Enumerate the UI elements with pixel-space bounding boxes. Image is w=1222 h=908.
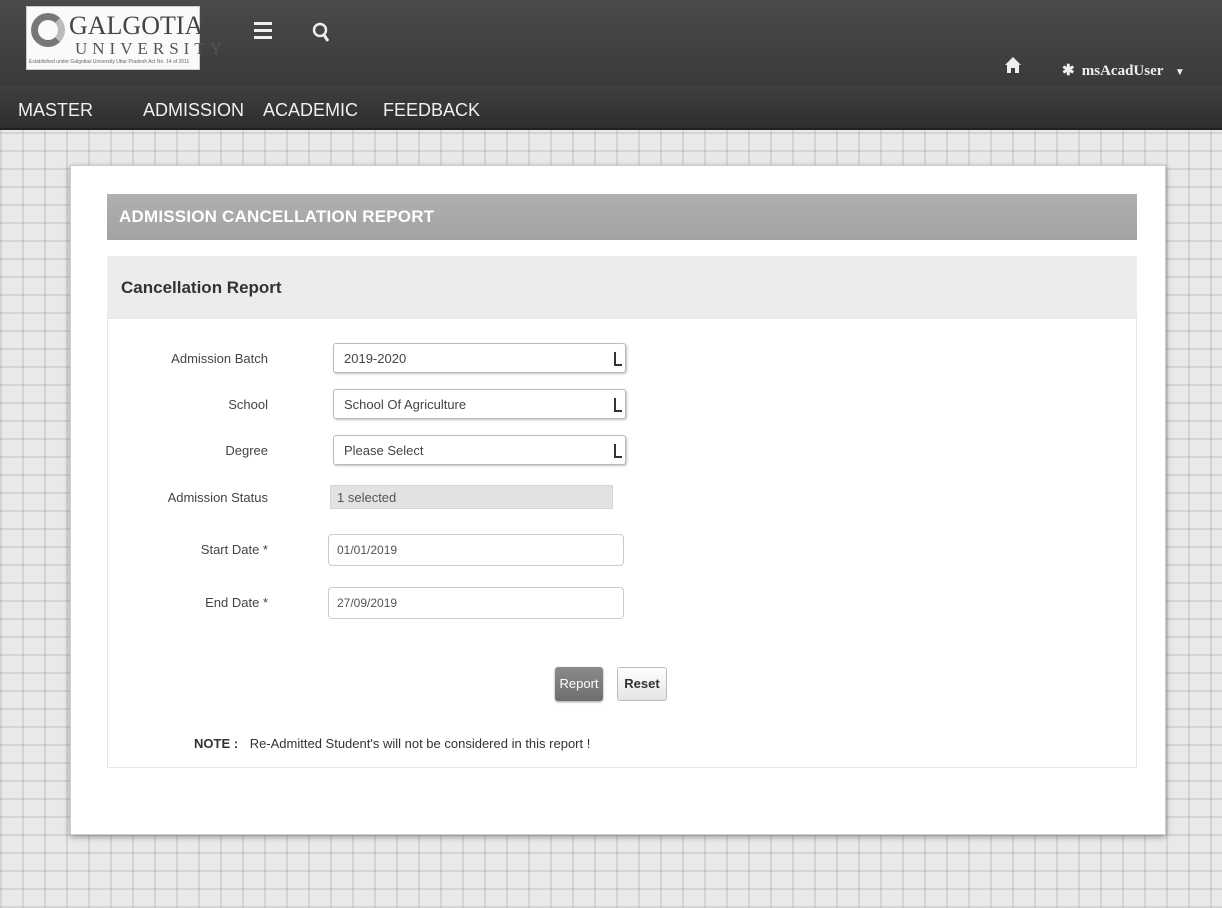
start-date-label: Start Date * — [200, 542, 268, 557]
reset-button[interactable]: Reset — [617, 667, 667, 701]
university-logo[interactable]: GALGOTIAS UNIVERSITY Established under G… — [26, 6, 222, 70]
logo-university: UNIVERSITY — [75, 39, 227, 58]
admission-status-label: Admission Status — [167, 490, 268, 505]
section-header: Cancellation Report — [107, 256, 1137, 318]
page-title: ADMISSION CANCELLATION REPORT — [119, 207, 435, 226]
end-date-label: End Date * — [205, 595, 268, 610]
school-value: School Of Agriculture — [344, 397, 467, 412]
note-prefix: NOTE : — [194, 736, 239, 751]
report-note: NOTE : Re-Admitted Student's will not be… — [194, 736, 590, 751]
degree-label: Degree — [225, 443, 268, 458]
nav-admission[interactable]: ADMISSION — [143, 100, 244, 121]
top-header: GALGOTIAS UNIVERSITY Established under G… — [0, 0, 1222, 86]
nav-master[interactable]: MASTER — [18, 100, 93, 121]
logo-tagline: Established under Galgotias University U… — [29, 59, 190, 65]
admission-status-multiselect[interactable]: 1 selected — [330, 485, 613, 509]
dropdown-arrow-icon — [614, 398, 622, 412]
nav-academic[interactable]: ACADEMIC — [263, 100, 358, 121]
admission-batch-label: Admission Batch — [171, 351, 268, 366]
dropdown-arrow-icon — [614, 444, 622, 458]
user-icon: ✱ — [1062, 63, 1075, 79]
logo-mark-icon — [31, 13, 65, 47]
nav-feedback[interactable]: FEEDBACK — [383, 100, 480, 121]
dropdown-arrow-icon — [614, 352, 622, 366]
user-name: msAcadUser — [1081, 63, 1164, 79]
section-title: Cancellation Report — [121, 278, 282, 297]
start-date-value: 01/01/2019 — [337, 543, 398, 557]
card-header: ADMISSION CANCELLATION REPORT — [107, 194, 1137, 240]
menu-icon[interactable] — [254, 22, 272, 43]
chevron-down-icon: ▼ — [1174, 67, 1185, 78]
degree-select[interactable]: Please Select — [333, 435, 626, 465]
degree-value: Please Select — [344, 443, 424, 458]
start-date-input[interactable]: 01/01/2019 — [328, 534, 624, 566]
end-date-value: 27/09/2019 — [337, 596, 398, 610]
note-text: Re-Admitted Student's will not be consid… — [249, 736, 591, 751]
report-card: ADMISSION CANCELLATION REPORT Cancellati… — [70, 165, 1166, 835]
search-icon[interactable] — [312, 22, 330, 42]
logo-name: GALGOTIAS — [69, 11, 218, 40]
school-select[interactable]: School Of Agriculture — [333, 389, 626, 419]
admission-batch-select[interactable]: 2019-2020 — [333, 343, 626, 373]
admission-status-value: 1 selected — [337, 490, 397, 505]
admission-batch-value: 2019-2020 — [344, 351, 407, 366]
user-menu[interactable]: ✱ msAcadUser ▼ — [1062, 61, 1185, 80]
report-button[interactable]: Report — [555, 667, 603, 701]
end-date-input[interactable]: 27/09/2019 — [328, 587, 624, 619]
school-label: School — [228, 397, 268, 412]
home-icon[interactable] — [1004, 56, 1022, 74]
main-navbar: MASTER ADMISSION ACADEMIC FEEDBACK — [0, 86, 1222, 130]
